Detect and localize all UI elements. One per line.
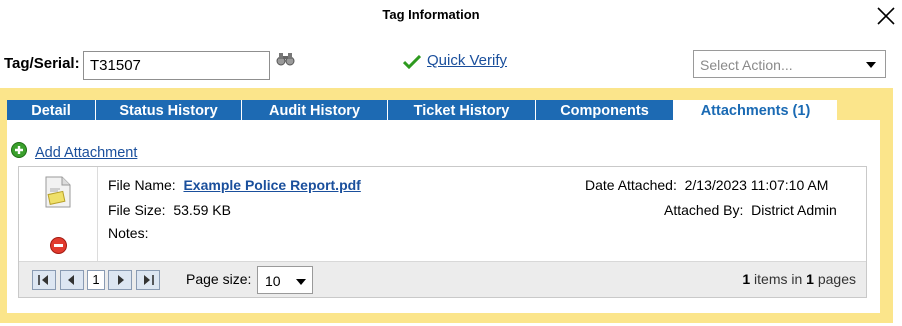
- first-page-icon: [38, 275, 48, 285]
- first-page-button[interactable]: [32, 270, 56, 290]
- tab-attachments[interactable]: Attachments (1): [674, 100, 837, 122]
- add-icon[interactable]: [11, 142, 27, 158]
- file-size-label: File Size:: [108, 202, 166, 218]
- select-action-placeholder: Select Action...: [700, 57, 793, 73]
- file-name-link[interactable]: Example Police Report.pdf: [183, 177, 360, 193]
- tab-components[interactable]: Components: [536, 100, 674, 122]
- attachment-list: File Name: Example Police Report.pdf Fil…: [18, 166, 867, 298]
- prev-page-button[interactable]: [60, 270, 84, 290]
- page-number-1[interactable]: 1: [87, 270, 105, 290]
- close-icon[interactable]: [874, 4, 898, 28]
- items-in-text: items in: [754, 271, 803, 287]
- attached-by-row: Attached By: District Admin: [664, 202, 837, 218]
- file-name-row: File Name: Example Police Report.pdf: [108, 177, 361, 193]
- delete-icon[interactable]: [50, 237, 67, 254]
- file-size-value: 53.59 KB: [173, 202, 231, 218]
- attached-by-value: District Admin: [751, 202, 837, 218]
- page-count: 1: [806, 271, 814, 287]
- add-attachment-link[interactable]: Add Attachment: [35, 145, 137, 161]
- file-name-label: File Name:: [108, 177, 176, 193]
- next-page-icon: [118, 275, 124, 285]
- tab-ticket-history[interactable]: Ticket History: [388, 100, 536, 122]
- chevron-down-icon: [866, 62, 876, 68]
- document-icon[interactable]: [42, 175, 76, 211]
- select-action-dropdown[interactable]: Select Action...: [693, 50, 886, 78]
- pages-text: pages: [817, 271, 856, 287]
- date-attached-value: 2/13/2023 11:07:10 AM: [684, 177, 829, 193]
- notes-row: Notes:: [108, 225, 148, 241]
- page-size-label: Page size:: [186, 271, 252, 287]
- last-page-button[interactable]: [136, 270, 160, 290]
- date-attached-label: Date Attached:: [585, 177, 677, 193]
- notes-label: Notes:: [108, 225, 149, 241]
- prev-page-icon: [68, 275, 74, 285]
- quick-verify-link[interactable]: Quick Verify: [427, 52, 507, 69]
- next-page-button[interactable]: [108, 270, 132, 290]
- attached-by-label: Attached By:: [664, 202, 744, 218]
- file-size-row: File Size: 53.59 KB: [108, 202, 231, 218]
- tag-serial-label: Tag/Serial:: [4, 55, 80, 72]
- attachment-icons: [19, 167, 98, 261]
- page-size-dropdown[interactable]: 10: [257, 266, 313, 294]
- last-page-icon: [144, 275, 154, 285]
- binoculars-icon[interactable]: [276, 52, 295, 66]
- check-icon: [402, 54, 422, 70]
- pager-info: 1 items in 1 pages: [742, 271, 856, 287]
- pager: 1 Page size: 10 1 items in 1 pages: [19, 261, 866, 297]
- date-attached-row: Date Attached: 2/13/2023 11:07:10 AM: [585, 177, 828, 193]
- dialog-title: Tag Information: [382, 7, 480, 22]
- tab-status-history[interactable]: Status History: [96, 100, 242, 122]
- chevron-down-icon: [296, 279, 306, 285]
- page-size-value: 10: [265, 273, 281, 289]
- tab-audit-history[interactable]: Audit History: [242, 100, 388, 122]
- tag-serial-input[interactable]: [83, 51, 270, 80]
- item-count: 1: [742, 271, 751, 287]
- tab-detail[interactable]: Detail: [7, 100, 96, 122]
